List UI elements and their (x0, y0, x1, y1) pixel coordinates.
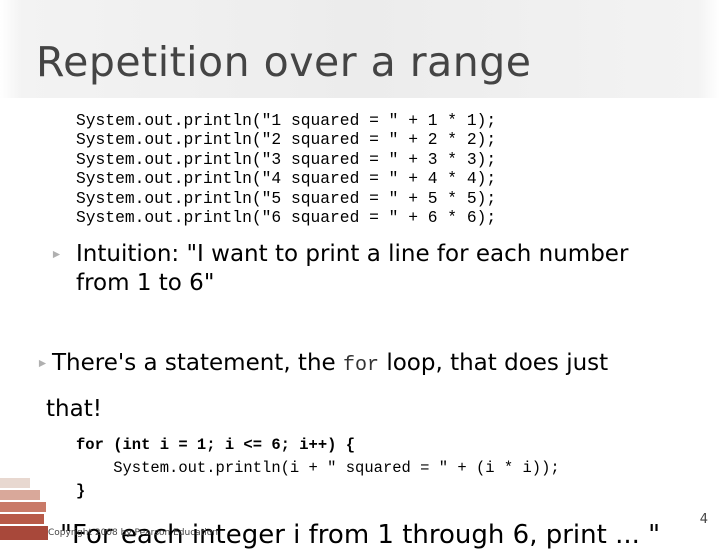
bullet-arrow-icon (52, 250, 61, 259)
bullet-arrow-icon (38, 359, 47, 368)
code-line: System.out.println("4 squared = " + 4 * … (76, 169, 497, 189)
code-line: System.out.println("5 squared = " + 5 * … (76, 188, 497, 208)
code-line: System.out.println(i + " squared = " + (… (76, 459, 560, 477)
inline-code: for (343, 354, 380, 377)
code-line: System.out.println("1 squared = " + 1 * … (76, 111, 497, 130)
code-line: System.out.println("3 squared = " + 3 * … (76, 149, 497, 169)
brick-decoration-icon (0, 478, 48, 540)
code-line: System.out.println("6 squared = " + 6 * … (76, 208, 497, 228)
for-loop-code: for (int i = 1; i <= 6; i++) { System.ou… (76, 434, 560, 503)
bullet-text: that! (46, 396, 102, 422)
page-number: 4 (699, 512, 708, 527)
slide-title: Repetition over a range (36, 38, 532, 86)
keyword-for: for (76, 436, 104, 454)
bullet-for-loop: There's a statement, the for loop, that … (36, 349, 716, 424)
bullet-text: from 1 to 6" (76, 270, 215, 296)
code-line: for (int i = 1; i <= 6; i++) { (76, 434, 560, 457)
code-line: System.out.println("2 squared = " + 2 * … (76, 130, 497, 150)
code-line: } (76, 482, 86, 500)
bullet-text: There's a statement, the (52, 350, 343, 376)
bullet-text: Intuition: "I want to print a line for e… (76, 241, 629, 267)
footer-copyright: Copyright 2008 by Pearson Education (48, 528, 218, 538)
bullet-intuition: Intuition: "I want to print a line for e… (52, 240, 700, 298)
code-block: System.out.println("1 squared = " + 1 * … (76, 111, 496, 227)
bullet-text: loop, that does just (379, 350, 609, 376)
code-text: (int i = 1; i <= 6; i++) { (103, 436, 356, 454)
